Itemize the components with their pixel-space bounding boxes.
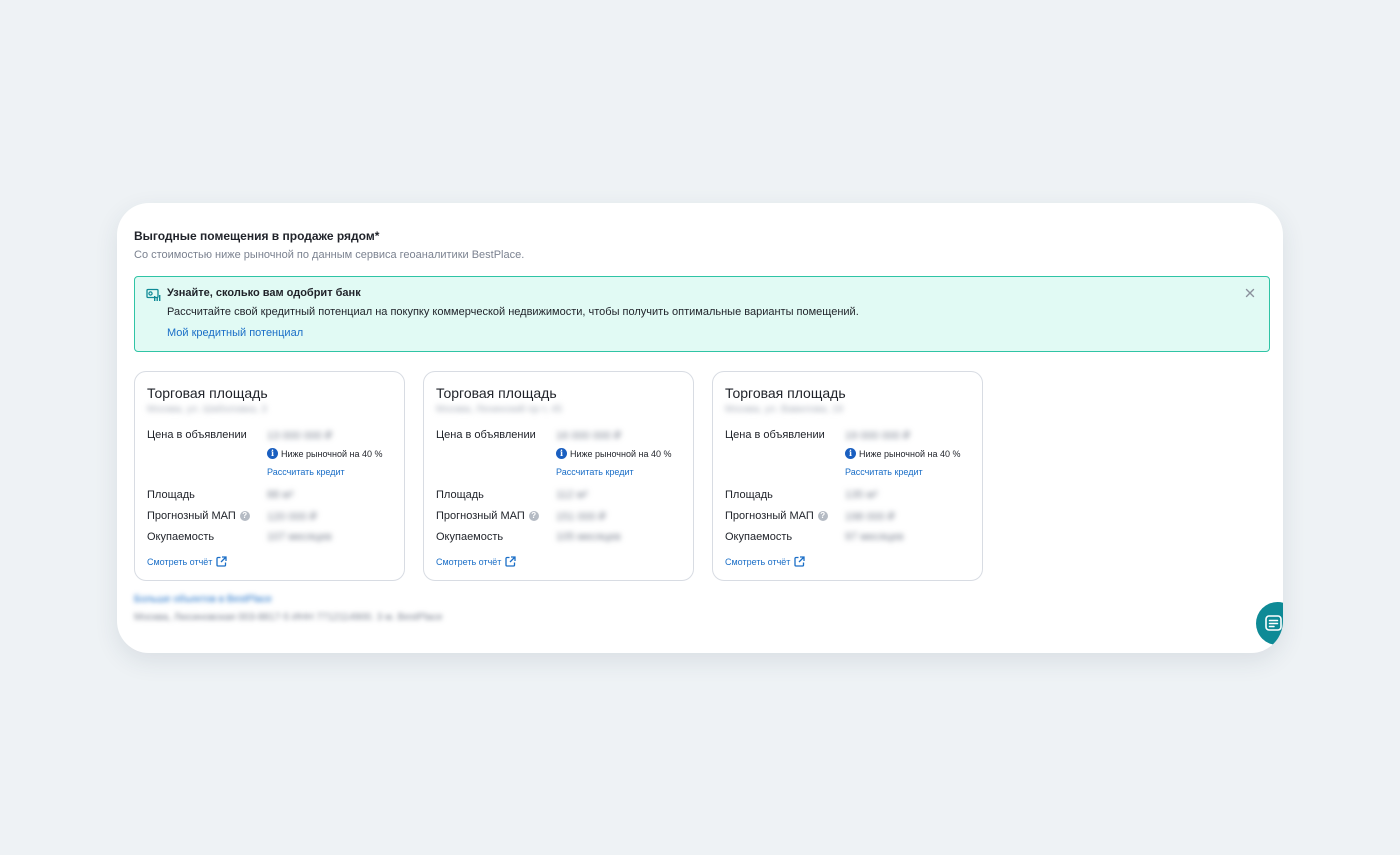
view-report-label: Смотреть отчёт — [436, 556, 502, 567]
price-value: 19 000 000 ₽ — [845, 430, 911, 442]
payback-label: Окупаемость — [725, 531, 793, 543]
footnote-text: Москва, Люсиновская 003-8817-5 ИНН 77121… — [134, 612, 443, 623]
calc-credit-link[interactable]: Рассчитать кредит — [267, 467, 345, 477]
price-label: Цена в объявлении — [436, 429, 536, 441]
help-icon[interactable]: ? — [528, 511, 539, 522]
forecast-rent-value: 120 000 ₽ — [267, 511, 317, 523]
view-report-link[interactable]: Смотреть отчёт — [436, 556, 517, 567]
below-market-badge: i Ниже рыночной на 40 % — [845, 448, 961, 459]
payback-value: 105 месяцев — [556, 531, 621, 543]
below-market-badge: i Ниже рыночной на 40 % — [556, 448, 672, 459]
area-value: 88 м² — [267, 489, 294, 501]
payback-label: Окупаемость — [436, 531, 504, 543]
section-title: Выгодные помещения в продаже рядом* — [134, 229, 380, 243]
below-market-text: Ниже рыночной на 40 % — [859, 448, 961, 459]
info-icon: i — [556, 448, 567, 459]
credit-banner: Узнайте, сколько вам одобрит банк Рассчи… — [134, 276, 1270, 352]
card-address: Москва, Ленинский пр-т, 45 — [436, 404, 563, 415]
forecast-rent-label: Прогнозный МАП? — [725, 510, 828, 522]
card-address: Москва, ул. Шаболовка, 3 — [147, 404, 267, 415]
price-value: 13 000 000 ₽ — [267, 430, 333, 442]
forecast-rent-value: 198 000 ₽ — [845, 511, 895, 523]
forecast-rent-label: Прогнозный МАП? — [147, 510, 250, 522]
card-title: Торговая площадь — [436, 385, 557, 401]
calc-credit-link[interactable]: Рассчитать кредит — [556, 467, 634, 477]
below-market-text: Ниже рыночной на 40 % — [281, 448, 383, 459]
card-address: Москва, ул. Вавилова, 19 — [725, 404, 843, 415]
view-report-label: Смотреть отчёт — [725, 556, 791, 567]
view-report-link[interactable]: Смотреть отчёт — [725, 556, 806, 567]
payback-label: Окупаемость — [147, 531, 215, 543]
nearby-offers-panel: Выгодные помещения в продаже рядом* Со с… — [117, 203, 1283, 653]
close-icon[interactable] — [1243, 286, 1257, 300]
card-title: Торговая площадь — [725, 385, 846, 401]
forecast-rent-label: Прогнозный МАП? — [436, 510, 539, 522]
view-report-label: Смотреть отчёт — [147, 556, 213, 567]
view-report-link[interactable]: Смотреть отчёт — [147, 556, 228, 567]
area-value: 135 м² — [845, 489, 878, 501]
price-label: Цена в объявлении — [725, 429, 825, 441]
area-label: Площадь — [147, 489, 195, 501]
external-link-icon — [794, 556, 806, 567]
section-subtitle: Со стоимостью ниже рыночной по данным се… — [134, 249, 525, 261]
payback-value: 97 месяцев — [845, 531, 904, 543]
info-icon: i — [845, 448, 856, 459]
forecast-rent-value: 151 000 ₽ — [556, 511, 606, 523]
banner-title: Узнайте, сколько вам одобрит банк — [167, 287, 361, 299]
chat-icon — [1265, 615, 1282, 631]
help-icon[interactable]: ? — [817, 511, 828, 522]
area-value: 112 м² — [556, 489, 588, 501]
price-label: Цена в объявлении — [147, 429, 247, 441]
banner-text: Рассчитайте свой кредитный потенциал на … — [167, 306, 859, 318]
footnote-link[interactable]: Больше объектов в BestPlace — [134, 594, 272, 605]
area-label: Площадь — [725, 489, 773, 501]
external-link-icon — [505, 556, 517, 567]
credit-potential-link[interactable]: Мой кредитный потенциал — [167, 327, 303, 339]
help-icon[interactable]: ? — [239, 511, 250, 522]
offer-card: Торговая площадь Москва, Ленинский пр-т,… — [423, 371, 694, 581]
card-title: Торговая площадь — [147, 385, 268, 401]
forecast-rent-text: Прогнозный МАП — [725, 510, 814, 522]
forecast-rent-text: Прогнозный МАП — [147, 510, 236, 522]
below-market-text: Ниже рыночной на 40 % — [570, 448, 672, 459]
below-market-badge: i Ниже рыночной на 40 % — [267, 448, 383, 459]
payback-value: 107 месяцев — [267, 531, 332, 543]
info-icon: i — [267, 448, 278, 459]
forecast-rent-text: Прогнозный МАП — [436, 510, 525, 522]
credit-calculator-icon — [146, 288, 162, 302]
offer-card: Торговая площадь Москва, ул. Шаболовка, … — [134, 371, 405, 581]
calc-credit-link[interactable]: Рассчитать кредит — [845, 467, 923, 477]
price-value: 16 000 000 ₽ — [556, 430, 622, 442]
chat-button[interactable] — [1256, 602, 1283, 645]
offer-card: Торговая площадь Москва, ул. Вавилова, 1… — [712, 371, 983, 581]
area-label: Площадь — [436, 489, 484, 501]
external-link-icon — [216, 556, 228, 567]
